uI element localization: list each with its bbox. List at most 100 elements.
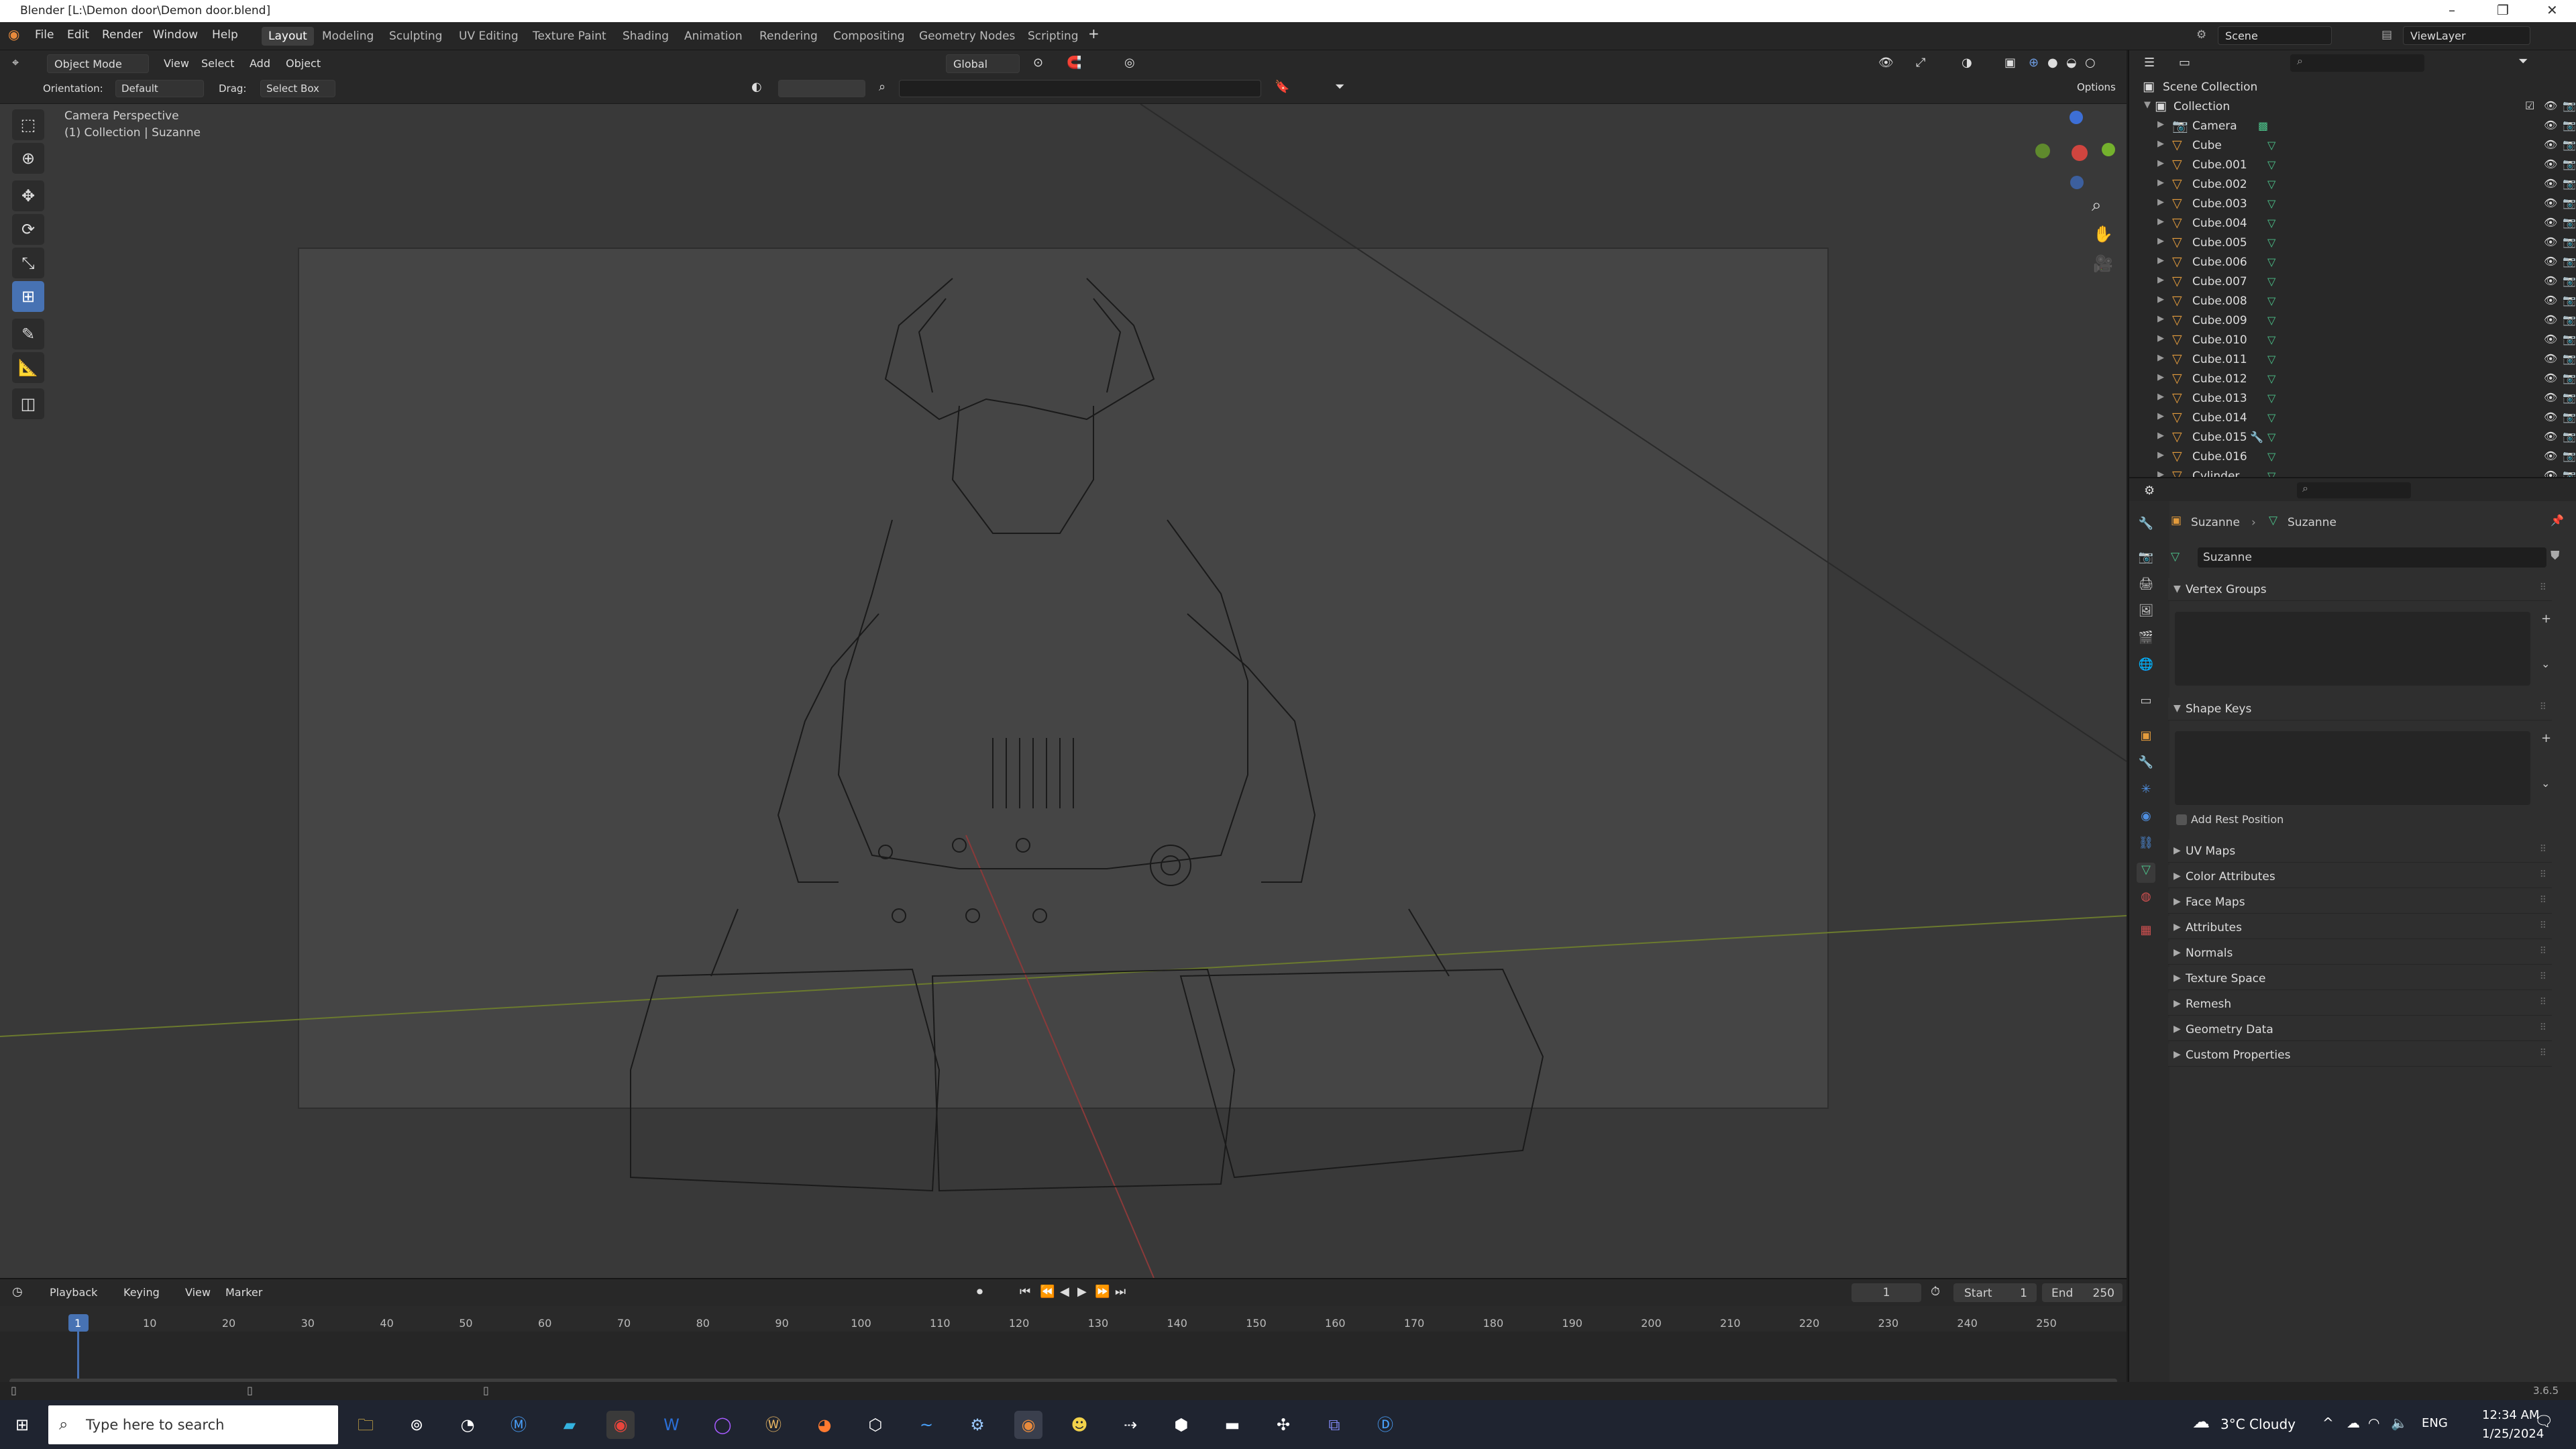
object-type-visibility-icon[interactable]: ◐ xyxy=(751,80,762,94)
mesh-data-icon[interactable]: ▽ xyxy=(2267,178,2275,191)
render-camera-icon[interactable]: 📷 xyxy=(2563,391,2576,404)
output-tab-icon[interactable]: 🖨 xyxy=(2137,577,2155,597)
tab-shading[interactable]: Shading xyxy=(616,27,676,46)
render-camera-icon[interactable]: 📷 xyxy=(2563,138,2576,151)
camera-data-icon[interactable]: ▩ xyxy=(2258,119,2268,132)
chevron-right-icon[interactable]: ▶ xyxy=(2157,236,2164,246)
snap-icon[interactable]: 🧲 xyxy=(1067,56,1081,70)
menu-timeline-view[interactable]: View xyxy=(185,1286,211,1299)
modifier-tab-icon[interactable]: 🔧 xyxy=(2137,755,2155,775)
outliner-collection[interactable]: ▼ ▣ Collection ☑ 👁 📷 xyxy=(2143,97,2576,117)
pin-icon[interactable]: 📌 xyxy=(2551,514,2564,527)
drag-handle-icon[interactable]: ⠿ xyxy=(2540,1022,2546,1033)
outliner-item[interactable]: ▶ ▽ Cube.001 ▽ 👁 📷 xyxy=(2143,156,2576,175)
transform-tool-icon[interactable]: ⊞ xyxy=(12,281,44,312)
volume-icon[interactable]: 🔈 xyxy=(2391,1415,2408,1431)
tab-uv-editing[interactable]: UV Editing xyxy=(452,27,525,46)
checkbox-icon[interactable]: ☑ xyxy=(2525,99,2534,112)
shape-key-menu-icon[interactable]: ⌄ xyxy=(2541,777,2550,790)
tab-scripting[interactable]: Scripting xyxy=(1021,27,1085,46)
app-icon-5[interactable]: ◯ xyxy=(708,1411,737,1439)
chevron-right-icon[interactable]: ▶ xyxy=(2157,411,2164,421)
orientation-selector[interactable]: Default xyxy=(115,80,204,97)
add-workspace-icon[interactable]: + xyxy=(1088,25,1099,42)
chevron-right-icon[interactable]: ▶ xyxy=(2157,275,2164,285)
outliner-item[interactable]: ▶ ▽ Cube.005 ▽ 👁 📷 xyxy=(2143,233,2576,253)
gizmo-x-axis[interactable] xyxy=(2072,145,2088,161)
visibility-icon[interactable]: 👁 xyxy=(1878,56,1894,70)
close-icon[interactable]: ✕ xyxy=(2546,2,2558,18)
app-icon-2[interactable]: ◔ xyxy=(453,1411,482,1439)
collection-tab-icon[interactable]: ▭ xyxy=(2137,694,2155,714)
eye-icon[interactable]: 👁 xyxy=(2544,216,2557,229)
eye-icon[interactable]: 👁 xyxy=(2544,138,2557,151)
eye-icon[interactable]: 👁 xyxy=(2544,430,2557,443)
panel-face-maps[interactable]: ▶ Face Maps ⠿ xyxy=(2168,891,2552,914)
vertex-groups-list[interactable] xyxy=(2175,612,2530,686)
start-frame-field[interactable]: Start 1 xyxy=(1953,1283,2037,1302)
app-icon-13[interactable]: Ⓓ xyxy=(1371,1411,1399,1439)
add-vertex-group-icon[interactable]: + xyxy=(2541,612,2551,626)
mesh-data-icon[interactable]: ▽ xyxy=(2267,431,2275,443)
outliner-search-input[interactable] xyxy=(2290,54,2424,72)
tab-rendering[interactable]: Rendering xyxy=(753,27,824,46)
blender-taskbar-icon[interactable]: ◉ xyxy=(1014,1411,1042,1439)
eye-icon[interactable]: 👁 xyxy=(2544,197,2557,209)
gizmo-y-axis[interactable] xyxy=(2102,143,2115,156)
eye-icon[interactable]: 👁 xyxy=(2544,449,2557,462)
menu-help[interactable]: Help xyxy=(212,28,238,42)
material-shading-icon[interactable]: ◒ xyxy=(2066,56,2077,70)
bookmark-icon[interactable]: 🔖 xyxy=(1275,80,1289,94)
eye-icon[interactable]: 👁 xyxy=(2544,255,2557,268)
scale-tool-icon[interactable]: ⤡ xyxy=(12,248,44,278)
chevron-right-icon[interactable]: ▶ xyxy=(2157,372,2164,382)
chevron-right-icon[interactable]: ▶ xyxy=(2157,158,2164,168)
eye-icon[interactable]: 👁 xyxy=(2544,372,2557,384)
mesh-data-icon[interactable]: ▽ xyxy=(2267,197,2275,210)
clock-time[interactable]: 12:34 AM xyxy=(2482,1408,2539,1422)
panel-attributes[interactable]: ▶ Attributes ⠿ xyxy=(2168,916,2552,939)
render-camera-icon[interactable]: 📷 xyxy=(2563,158,2576,170)
chrome-icon[interactable]: ◉ xyxy=(606,1411,635,1439)
render-camera-icon[interactable]: 📷 xyxy=(2563,449,2576,462)
render-camera-icon[interactable]: 📷 xyxy=(2563,274,2576,287)
transform-orientation-selector[interactable]: Global xyxy=(946,54,1020,73)
teams-icon[interactable]: ⧉ xyxy=(1320,1411,1348,1439)
gizmo-icon[interactable]: ⤢ xyxy=(1916,56,1925,70)
chevron-right-icon[interactable]: ▶ xyxy=(2157,197,2164,207)
eye-icon[interactable]: 👁 xyxy=(2544,352,2557,365)
menu-render[interactable]: Render xyxy=(102,28,143,42)
outliner-item[interactable]: ▶ ▽ Cube.016 ▽ 👁 📷 xyxy=(2143,447,2576,467)
weather-text[interactable]: 3°C Cloudy xyxy=(2220,1416,2296,1432)
outliner-scene-collection[interactable]: ▣ Scene Collection xyxy=(2136,78,2565,97)
tab-geometry-nodes[interactable]: Geometry Nodes xyxy=(912,27,1022,46)
panel-uv-maps[interactable]: ▶ UV Maps ⠿ xyxy=(2168,840,2552,863)
outliner-item[interactable]: ▶ ▽ Cube.013 ▽ 👁 📷 xyxy=(2143,389,2576,409)
mesh-data-icon[interactable]: ▽ xyxy=(2267,217,2275,229)
overlay-icon[interactable]: ◑ xyxy=(1962,56,1972,70)
scene-icon[interactable]: ⚙ xyxy=(2196,28,2206,42)
display-mode-icon[interactable]: ▭ xyxy=(2179,56,2190,70)
chevron-right-icon[interactable]: ▶ xyxy=(2157,256,2164,266)
firefox-icon[interactable]: ◕ xyxy=(810,1411,839,1439)
panel-remesh[interactable]: ▶ Remesh ⠿ xyxy=(2168,993,2552,1016)
object-tab-icon[interactable]: ▣ xyxy=(2137,729,2155,749)
app-icon-3[interactable]: Ⓜ xyxy=(504,1411,533,1439)
tool-tab-icon[interactable]: 🔧 xyxy=(2137,517,2155,537)
scene-tab-icon[interactable]: 🎬 xyxy=(2137,631,2155,651)
weather-icon[interactable]: ☁ xyxy=(2192,1412,2210,1432)
eye-icon[interactable]: 👁 xyxy=(2544,274,2557,287)
properties-search-input[interactable] xyxy=(2297,482,2411,498)
gizmo-neg-y-axis[interactable] xyxy=(2035,144,2050,158)
filter-icon[interactable]: ⏷ xyxy=(1335,80,1344,94)
mesh-name-field[interactable]: Suzanne xyxy=(2198,547,2546,568)
tab-texture-paint[interactable]: Texture Paint xyxy=(526,27,613,46)
world-tab-icon[interactable]: 🌐 xyxy=(2137,657,2155,678)
render-camera-icon[interactable]: 📷 xyxy=(2563,430,2576,443)
menu-add[interactable]: Add xyxy=(250,57,270,70)
menu-file[interactable]: File xyxy=(35,28,54,42)
menu-keying[interactable]: Keying xyxy=(123,1286,160,1299)
chevron-right-icon[interactable]: ▶ xyxy=(2157,314,2164,324)
chevron-right-icon[interactable]: ▶ xyxy=(2157,353,2164,363)
mesh-data-icon[interactable]: ▽ xyxy=(2267,411,2275,424)
